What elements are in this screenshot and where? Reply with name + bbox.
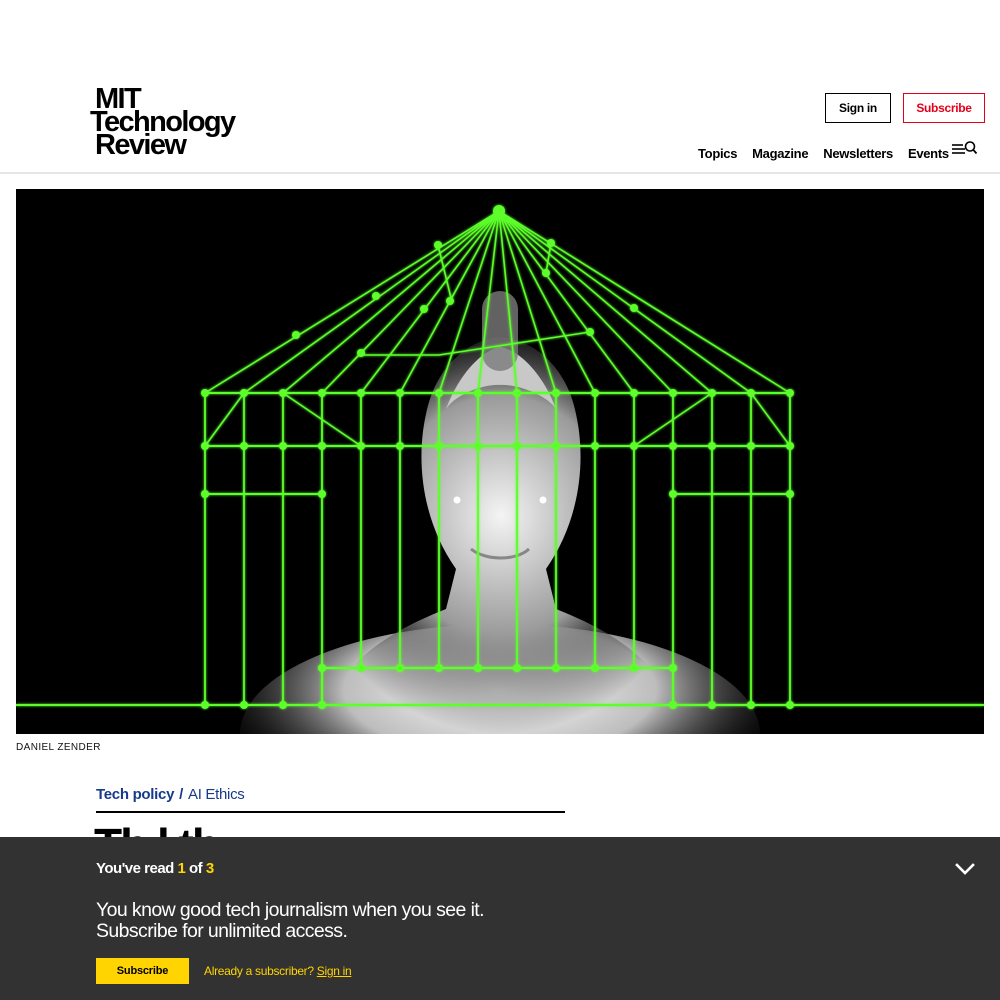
chevron-down-icon[interactable] xyxy=(955,862,975,876)
paywall-banner: You've read 1 of 3 You know good tech jo… xyxy=(0,837,1000,1000)
nav-magazine[interactable]: Magazine xyxy=(752,146,808,161)
paywall-subscribe-button[interactable]: Subscribe xyxy=(96,958,189,984)
image-credit: DANIEL ZENDER xyxy=(16,742,101,753)
topic-separator: / xyxy=(179,786,183,803)
topic-divider xyxy=(96,811,565,813)
nav-events[interactable]: Events xyxy=(908,146,949,161)
main-nav: Topics Magazine Newsletters Events xyxy=(698,146,963,161)
cage-illustration xyxy=(16,205,984,734)
pitch-line-1: You know good tech journalism when you s… xyxy=(96,899,485,921)
already-text: Already a subscriber? xyxy=(204,964,317,978)
meter-total: 3 xyxy=(205,860,214,877)
pitch-line-2: Subscribe for unlimited access. xyxy=(96,920,348,942)
menu-search-icon[interactable] xyxy=(951,139,979,159)
nav-newsletters[interactable]: Newsletters xyxy=(823,146,893,161)
article-topics: Tech policy / AI Ethics xyxy=(96,786,245,803)
article-meter: You've read 1 of 3 xyxy=(96,860,214,877)
already-subscriber: Already a subscriber? Sign in xyxy=(204,964,352,978)
site-logo[interactable]: MIT Technology Review xyxy=(90,85,250,160)
topic-link-secondary[interactable]: AI Ethics xyxy=(188,786,245,803)
topic-link-primary[interactable]: Tech policy xyxy=(96,786,174,803)
sign-in-button[interactable]: Sign in xyxy=(825,93,891,123)
meter-prefix: You've read xyxy=(96,860,178,877)
paywall-pitch: You know good tech journalism when you s… xyxy=(96,899,485,942)
hero-image xyxy=(16,189,984,734)
paywall-sign-in-link[interactable]: Sign in xyxy=(317,964,352,978)
meter-of: of xyxy=(185,860,206,877)
subscribe-button[interactable]: Subscribe xyxy=(903,93,985,123)
nav-topics[interactable]: Topics xyxy=(698,146,737,161)
header-divider xyxy=(0,172,1000,174)
